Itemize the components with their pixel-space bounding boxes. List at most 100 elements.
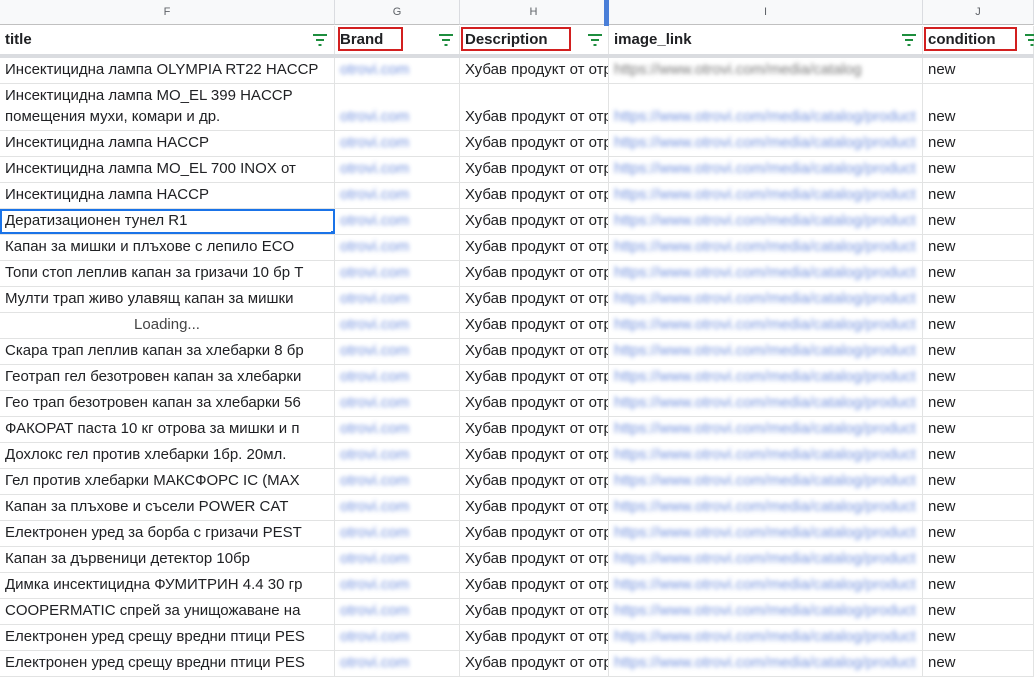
cell-brand[interactable]: otrovi.com	[335, 261, 460, 286]
cell-condition[interactable]: new	[923, 58, 1034, 83]
filter-icon[interactable]	[1024, 34, 1034, 46]
cell-title[interactable]: Капан за мишки и плъхове с лепило ECO	[0, 235, 335, 260]
cell-condition[interactable]: new	[923, 287, 1034, 312]
cell-brand[interactable]: otrovi.com	[335, 495, 460, 520]
cell-title[interactable]: Капан за плъхове и съсели POWER CAT	[0, 495, 335, 520]
cell-description[interactable]: Хубав продукт от отрови	[460, 365, 609, 390]
cell-image-link[interactable]: https://www.otrovi.com/media/catalog/pro…	[609, 495, 923, 520]
cell-description[interactable]: Хубав продукт от отрови	[460, 235, 609, 260]
cell-brand[interactable]: otrovi.com	[335, 417, 460, 442]
cell-title[interactable]: COOPERMATIC спрей за унищожаване на	[0, 599, 335, 624]
column-letter-h[interactable]: H	[460, 0, 608, 25]
cell-image-link[interactable]: https://www.otrovi.com/media/catalog/pro…	[609, 547, 923, 572]
cell-condition[interactable]: new	[923, 651, 1034, 676]
cell-image-link[interactable]: https://www.otrovi.com/media/catalog/pro…	[609, 417, 923, 442]
cell-description[interactable]: Хубав продукт от отрови	[460, 287, 609, 312]
cell-condition[interactable]: new	[923, 339, 1034, 364]
cell-description[interactable]: Хубав продукт от отрови	[460, 495, 609, 520]
cell-condition[interactable]: new	[923, 443, 1034, 468]
cell-brand[interactable]: otrovi.com	[335, 183, 460, 208]
cell-condition[interactable]: new	[923, 521, 1034, 546]
filter-icon[interactable]	[312, 34, 328, 46]
cell-condition[interactable]: new	[923, 313, 1034, 338]
cell-condition[interactable]: new	[923, 495, 1034, 520]
cell-description[interactable]: Хубав продукт от отрови	[460, 157, 609, 182]
cell-brand[interactable]: otrovi.com	[335, 391, 460, 416]
cell-condition[interactable]: new	[923, 417, 1034, 442]
cell-title[interactable]: Дератизационен тунел R1	[0, 209, 335, 234]
cell-condition[interactable]: new	[923, 131, 1034, 156]
header-image-link[interactable]: image_link	[609, 26, 923, 54]
cell-title[interactable]: Електронен уред срещу вредни птици PES	[0, 651, 335, 676]
cell-image-link[interactable]: https://www.otrovi.com/media/catalog/pro…	[609, 235, 923, 260]
cell-condition[interactable]: new	[923, 84, 1034, 130]
cell-title[interactable]: Електронен уред за борба с гризачи PEST	[0, 521, 335, 546]
cell-image-link[interactable]: https://www.otrovi.com/media/catalog	[609, 58, 923, 83]
cell-brand[interactable]: otrovi.com	[335, 339, 460, 364]
cell-description[interactable]: Хубав продукт от отрови	[460, 58, 609, 83]
cell-image-link[interactable]: https://www.otrovi.com/media/catalog/pro…	[609, 443, 923, 468]
cell-brand[interactable]: otrovi.com	[335, 84, 460, 130]
cell-title[interactable]: Капан за дървеници детектор 10бр	[0, 547, 335, 572]
cell-brand[interactable]: otrovi.com	[335, 547, 460, 572]
cell-condition[interactable]: new	[923, 261, 1034, 286]
cell-brand[interactable]: otrovi.com	[335, 651, 460, 676]
cell-brand[interactable]: otrovi.com	[335, 365, 460, 390]
cell-image-link[interactable]: https://www.otrovi.com/media/catalog/pro…	[609, 365, 923, 390]
cell-description[interactable]: Хубав продукт от отрови	[460, 625, 609, 650]
cell-image-link[interactable]: https://www.otrovi.com/media/catalog/pro…	[609, 391, 923, 416]
cell-brand[interactable]: otrovi.com	[335, 625, 460, 650]
cell-brand[interactable]: otrovi.com	[335, 235, 460, 260]
cell-brand[interactable]: otrovi.com	[335, 287, 460, 312]
cell-description[interactable]: Хубав продукт от отрови	[460, 183, 609, 208]
filter-icon[interactable]	[587, 34, 603, 46]
column-letter-j[interactable]: J	[923, 0, 1034, 25]
cell-brand[interactable]: otrovi.com	[335, 131, 460, 156]
cell-description[interactable]: Хубав продукт от отрови	[460, 573, 609, 598]
column-letter-g[interactable]: G	[335, 0, 460, 25]
cell-title[interactable]: Loading...	[0, 313, 335, 338]
cell-image-link[interactable]: https://www.otrovi.com/media/catalog/pro…	[609, 573, 923, 598]
cell-condition[interactable]: new	[923, 235, 1034, 260]
cell-description[interactable]: Хубав продукт от отрови	[460, 209, 609, 234]
cell-description[interactable]: Хубав продукт от отрови	[460, 131, 609, 156]
cell-image-link[interactable]: https://www.otrovi.com/media/catalog/pro…	[609, 625, 923, 650]
cell-description[interactable]: Хубав продукт от отрови	[460, 651, 609, 676]
cell-title[interactable]: Електронен уред срещу вредни птици PES	[0, 625, 335, 650]
cell-title[interactable]: Дохлокс гел против хлебарки 1бр. 20мл.	[0, 443, 335, 468]
filter-icon[interactable]	[901, 34, 917, 46]
cell-description[interactable]: Хубав продукт от отрови	[460, 417, 609, 442]
cell-brand[interactable]: otrovi.com	[335, 58, 460, 83]
cell-condition[interactable]: new	[923, 365, 1034, 390]
cell-title[interactable]: Инсектицидна лампа HACCP	[0, 131, 335, 156]
cell-title[interactable]: Гео трап безотровен капан за хлебарки 56	[0, 391, 335, 416]
cell-image-link[interactable]: https://www.otrovi.com/media/catalog/pro…	[609, 339, 923, 364]
cell-title[interactable]: Скара трап леплив капан за хлебарки 8 бр	[0, 339, 335, 364]
cell-image-link[interactable]: https://www.otrovi.com/media/catalog/pro…	[609, 131, 923, 156]
cell-image-link[interactable]: https://www.otrovi.com/media/catalog/pro…	[609, 84, 923, 130]
cell-brand[interactable]: otrovi.com	[335, 443, 460, 468]
cell-brand[interactable]: otrovi.com	[335, 209, 460, 234]
cell-image-link[interactable]: https://www.otrovi.com/media/catalog/pro…	[609, 469, 923, 494]
fill-handle[interactable]	[331, 231, 334, 234]
cell-image-link[interactable]: https://www.otrovi.com/media/catalog/pro…	[609, 157, 923, 182]
cell-title[interactable]: Гел против хлебарки МАКСФОРС IC (MAX	[0, 469, 335, 494]
column-letter-f[interactable]: F	[0, 0, 335, 25]
cell-title[interactable]: Инсектицидна лампа MO_EL 700 INOX от	[0, 157, 335, 182]
cell-title[interactable]: Инсектицидна лампа MO_EL 399 HACCP помеще…	[0, 84, 335, 130]
cell-condition[interactable]: new	[923, 183, 1034, 208]
cell-image-link[interactable]: https://www.otrovi.com/media/catalog/pro…	[609, 287, 923, 312]
cell-condition[interactable]: new	[923, 209, 1034, 234]
cell-image-link[interactable]: https://www.otrovi.com/media/catalog/pro…	[609, 599, 923, 624]
cell-description[interactable]: Хубав продукт от отрови	[460, 547, 609, 572]
cell-title[interactable]: Геотрап гел безотровен капан за хлебарки	[0, 365, 335, 390]
column-letter-i[interactable]: I	[609, 0, 923, 25]
cell-image-link[interactable]: https://www.otrovi.com/media/catalog/pro…	[609, 183, 923, 208]
cell-brand[interactable]: otrovi.com	[335, 157, 460, 182]
cell-condition[interactable]: new	[923, 157, 1034, 182]
cell-title[interactable]: ФАКОРАТ паста 10 кг отрова за мишки и п	[0, 417, 335, 442]
cell-brand[interactable]: otrovi.com	[335, 599, 460, 624]
cell-description[interactable]: Хубав продукт от отрови	[460, 84, 609, 130]
cell-title[interactable]: Инсектицидна лампа HACCP	[0, 183, 335, 208]
cell-description[interactable]: Хубав продукт от отрови	[460, 339, 609, 364]
